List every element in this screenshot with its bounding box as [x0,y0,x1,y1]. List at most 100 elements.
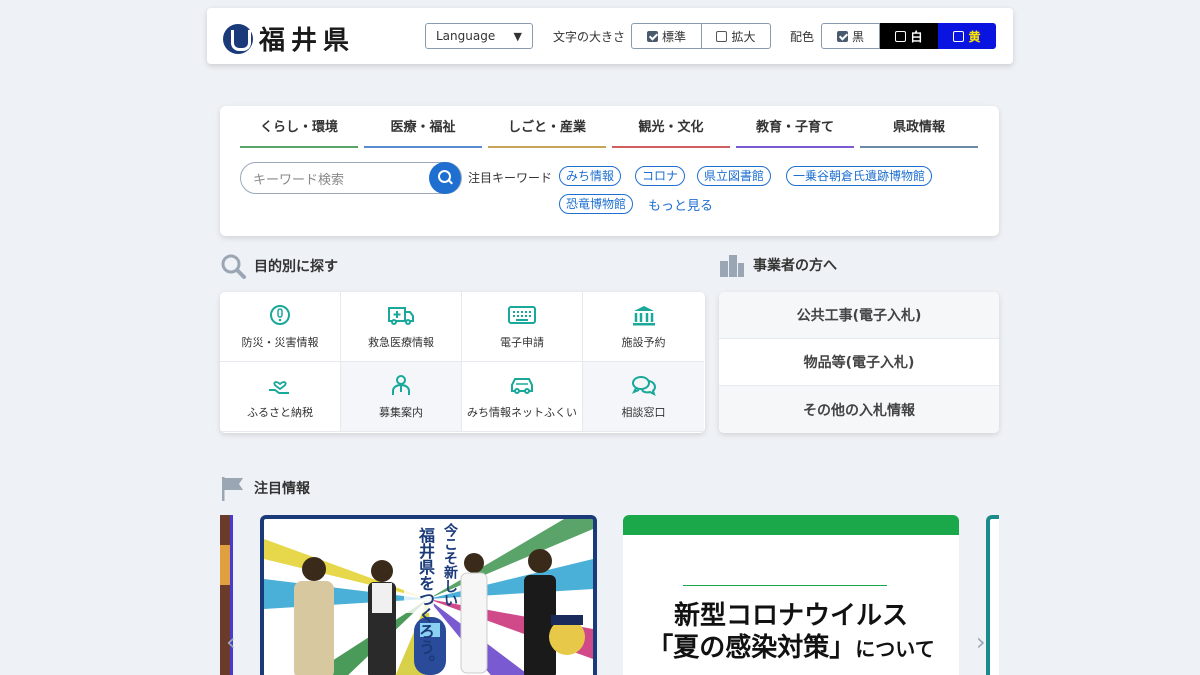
purpose-item-facility[interactable]: 施設予約 [583,292,704,362]
checkbox-checked-icon [836,30,848,42]
carousel-prev-icon[interactable]: ‹ [226,628,236,656]
featured-section-title: 注目情報 [220,475,310,501]
search-placeholder: キーワード検索 [253,172,345,188]
tab-kurashi[interactable]: くらし・環境 [240,120,358,150]
business-item-other-bids[interactable]: その他の入札情報 [719,386,999,433]
tab-label: 教育・子育て [755,120,834,135]
purpose-item-label: 募集案内 [379,405,423,419]
keyword-chip[interactable]: みち情報 [559,166,622,186]
tab-underline [612,146,730,148]
banner-decoration [220,545,230,585]
purpose-item-label: 防災・災害情報 [241,335,319,349]
color-black-button[interactable]: 黒 [821,23,880,49]
checkbox-checked-icon [646,30,658,42]
banner2-topbar [623,515,959,535]
tab-underline [860,146,978,148]
business-section-title: 事業者の方へ [719,253,837,277]
more-keywords-link[interactable]: もっと見る [648,195,713,214]
business-title-text: 事業者の方へ [753,258,837,274]
search-input[interactable]: キーワード検索 [240,162,462,194]
purpose-item-recruitment[interactable]: 募集案内 [341,362,462,432]
language-label: Language [436,29,496,43]
purpose-title-text: 目的別に探す [254,259,338,275]
purpose-grid: 防災・災害情報 救急医療情報 電子申請 施設予約 ふるさと納税 募集案内 みち情… [220,292,705,433]
keyword-chip[interactable]: コロナ [635,166,686,186]
building-icon [632,305,655,325]
search-button[interactable] [429,162,461,194]
color-white-label: 白 [910,29,923,44]
font-large-button[interactable]: 拡大 [701,23,771,49]
purpose-item-consultation[interactable]: 相談窓口 [583,362,704,432]
purpose-item-label: 電子申請 [500,335,544,349]
tab-underline [364,146,482,148]
chat-icon [631,375,656,396]
banner1-text-1: 今こそ新しい [442,523,458,607]
font-large-label: 拡大 [731,29,756,44]
tab-label: 医療・福祉 [390,120,456,135]
keyword-chip[interactable]: 一乗谷朝倉氏遺跡博物館 [786,166,933,186]
color-yellow-button[interactable]: 黄 [938,23,996,49]
font-standard-button[interactable]: 標準 [631,23,702,49]
color-yellow-label: 黄 [968,29,981,44]
keyboard-icon [508,305,536,324]
banner2-line2a: 「夏の感染対策」 [647,633,856,663]
tab-kensei[interactable]: 県政情報 [860,120,978,150]
purpose-item-disaster[interactable]: 防災・災害情報 [220,292,341,362]
purpose-item-label: みち情報ネットふくい [467,405,577,419]
language-select[interactable]: Language ▼ [425,23,533,49]
banner2-line2: 「夏の感染対策」について [623,627,959,664]
tab-label: しごと・産業 [507,120,586,135]
tab-underline [488,146,606,148]
color-white-button[interactable]: 白 [880,23,938,49]
tab-kanko[interactable]: 観光・文化 [612,120,730,150]
buildings-icon [720,255,744,277]
tab-label: 県政情報 [892,120,945,135]
checkbox-icon [716,30,728,42]
purpose-item-label: 施設予約 [621,335,666,349]
ambulance-icon [388,306,414,325]
purpose-item-label: ふるさと納税 [247,405,313,419]
purpose-section-title: 目的別に探す [220,253,338,279]
heart-hand-icon [269,380,289,394]
purpose-item-furusato[interactable]: ふるさと納税 [220,362,341,432]
checkbox-icon [953,30,965,42]
banner-new-fukui[interactable]: 福井県をつくろう。 今こそ新しい [260,515,597,675]
tab-label: くらし・環境 [259,120,338,135]
keyword-chip[interactable]: 恐竜博物館 [559,194,634,214]
chevron-down-icon: ▼ [513,29,522,43]
keywords-label: 注目キーワード [468,171,553,185]
purpose-item-label: 相談窓口 [621,405,666,419]
alert-icon [270,304,290,325]
color-scheme-label: 配色 [790,30,815,44]
banner2-divider [683,585,887,586]
featured-title-text: 注目情報 [254,481,310,497]
purpose-item-e-application[interactable]: 電子申請 [462,292,583,362]
font-standard-label: 標準 [661,29,686,44]
carousel-next-icon[interactable]: › [976,628,986,656]
tab-kyoiku[interactable]: 教育・子育て [736,120,854,150]
banner2-line2b: について [855,637,935,661]
tab-label: 観光・文化 [638,120,704,135]
business-item-public-works[interactable]: 公共工事(電子入札) [719,292,999,339]
business-item-goods[interactable]: 物品等(電子入札) [719,339,999,386]
car-icon [511,377,533,394]
tab-shigoto[interactable]: しごと・産業 [488,120,606,150]
banner-partial-right[interactable] [986,515,999,675]
category-nav-card: くらし・環境 医療・福祉 しごと・産業 観光・文化 教育・子育て 県政情報 キー… [220,106,999,236]
site-header: 福井県 Language ▼ 文字の大きさ 標準 拡大 配色 黒 白 黄 [207,8,1013,64]
tab-iryo[interactable]: 医療・福祉 [364,120,482,150]
color-black-label: 黒 [851,29,864,44]
keyword-chip[interactable]: 県立図書館 [697,166,772,186]
business-list: 公共工事(電子入札) 物品等(電子入札) その他の入札情報 [719,292,999,433]
magnifier-icon [221,254,246,279]
purpose-item-road-info[interactable]: みち情報ネットふくい [462,362,583,432]
prefecture-emblem-icon [223,23,253,54]
site-logo[interactable]: 福井県 [223,20,355,57]
tab-underline [240,146,358,148]
person-icon [392,374,410,395]
checkbox-icon [895,30,907,42]
flag-icon [222,477,243,501]
purpose-item-emergency[interactable]: 救急医療情報 [341,292,462,362]
purpose-item-label: 救急医療情報 [368,335,434,349]
banner-corona-summer[interactable]: 新型コロナウイルス 「夏の感染対策」について [623,515,959,675]
